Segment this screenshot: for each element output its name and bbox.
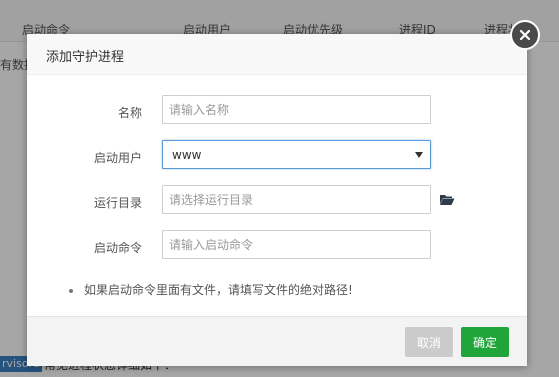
folder-open-icon[interactable] xyxy=(439,193,455,209)
dialog-header: 添加守护进程 xyxy=(27,34,527,75)
close-button[interactable] xyxy=(510,20,540,50)
user-select-value: www xyxy=(172,148,202,162)
confirm-button[interactable]: 确定 xyxy=(461,327,509,357)
path-tip: 如果启动命令里面有文件，请填写文件的绝对路径! xyxy=(69,281,353,298)
cmd-input[interactable] xyxy=(162,230,431,259)
name-input[interactable] xyxy=(162,95,431,124)
add-daemon-dialog: 添加守护进程 名称 启动用户 www 运行目录 启动命令 如果启动命令里面有文件… xyxy=(27,20,540,366)
close-icon xyxy=(519,29,531,41)
user-label: 启动用户 xyxy=(93,151,142,165)
tip-text: 如果启动命令里面有文件，请填写文件的绝对路径! xyxy=(84,283,353,297)
caret-down-icon xyxy=(415,152,423,158)
cancel-button[interactable]: 取消 xyxy=(405,327,453,357)
user-select[interactable]: www xyxy=(162,140,431,169)
dir-label: 运行目录 xyxy=(93,196,142,210)
dir-input[interactable] xyxy=(162,185,431,214)
name-label: 名称 xyxy=(117,106,142,120)
cmd-label: 启动命令 xyxy=(93,241,142,255)
dialog-footer: 取消 确定 xyxy=(27,316,527,366)
bullet-icon xyxy=(69,288,73,293)
dialog-title: 添加守护进程 xyxy=(46,50,125,65)
